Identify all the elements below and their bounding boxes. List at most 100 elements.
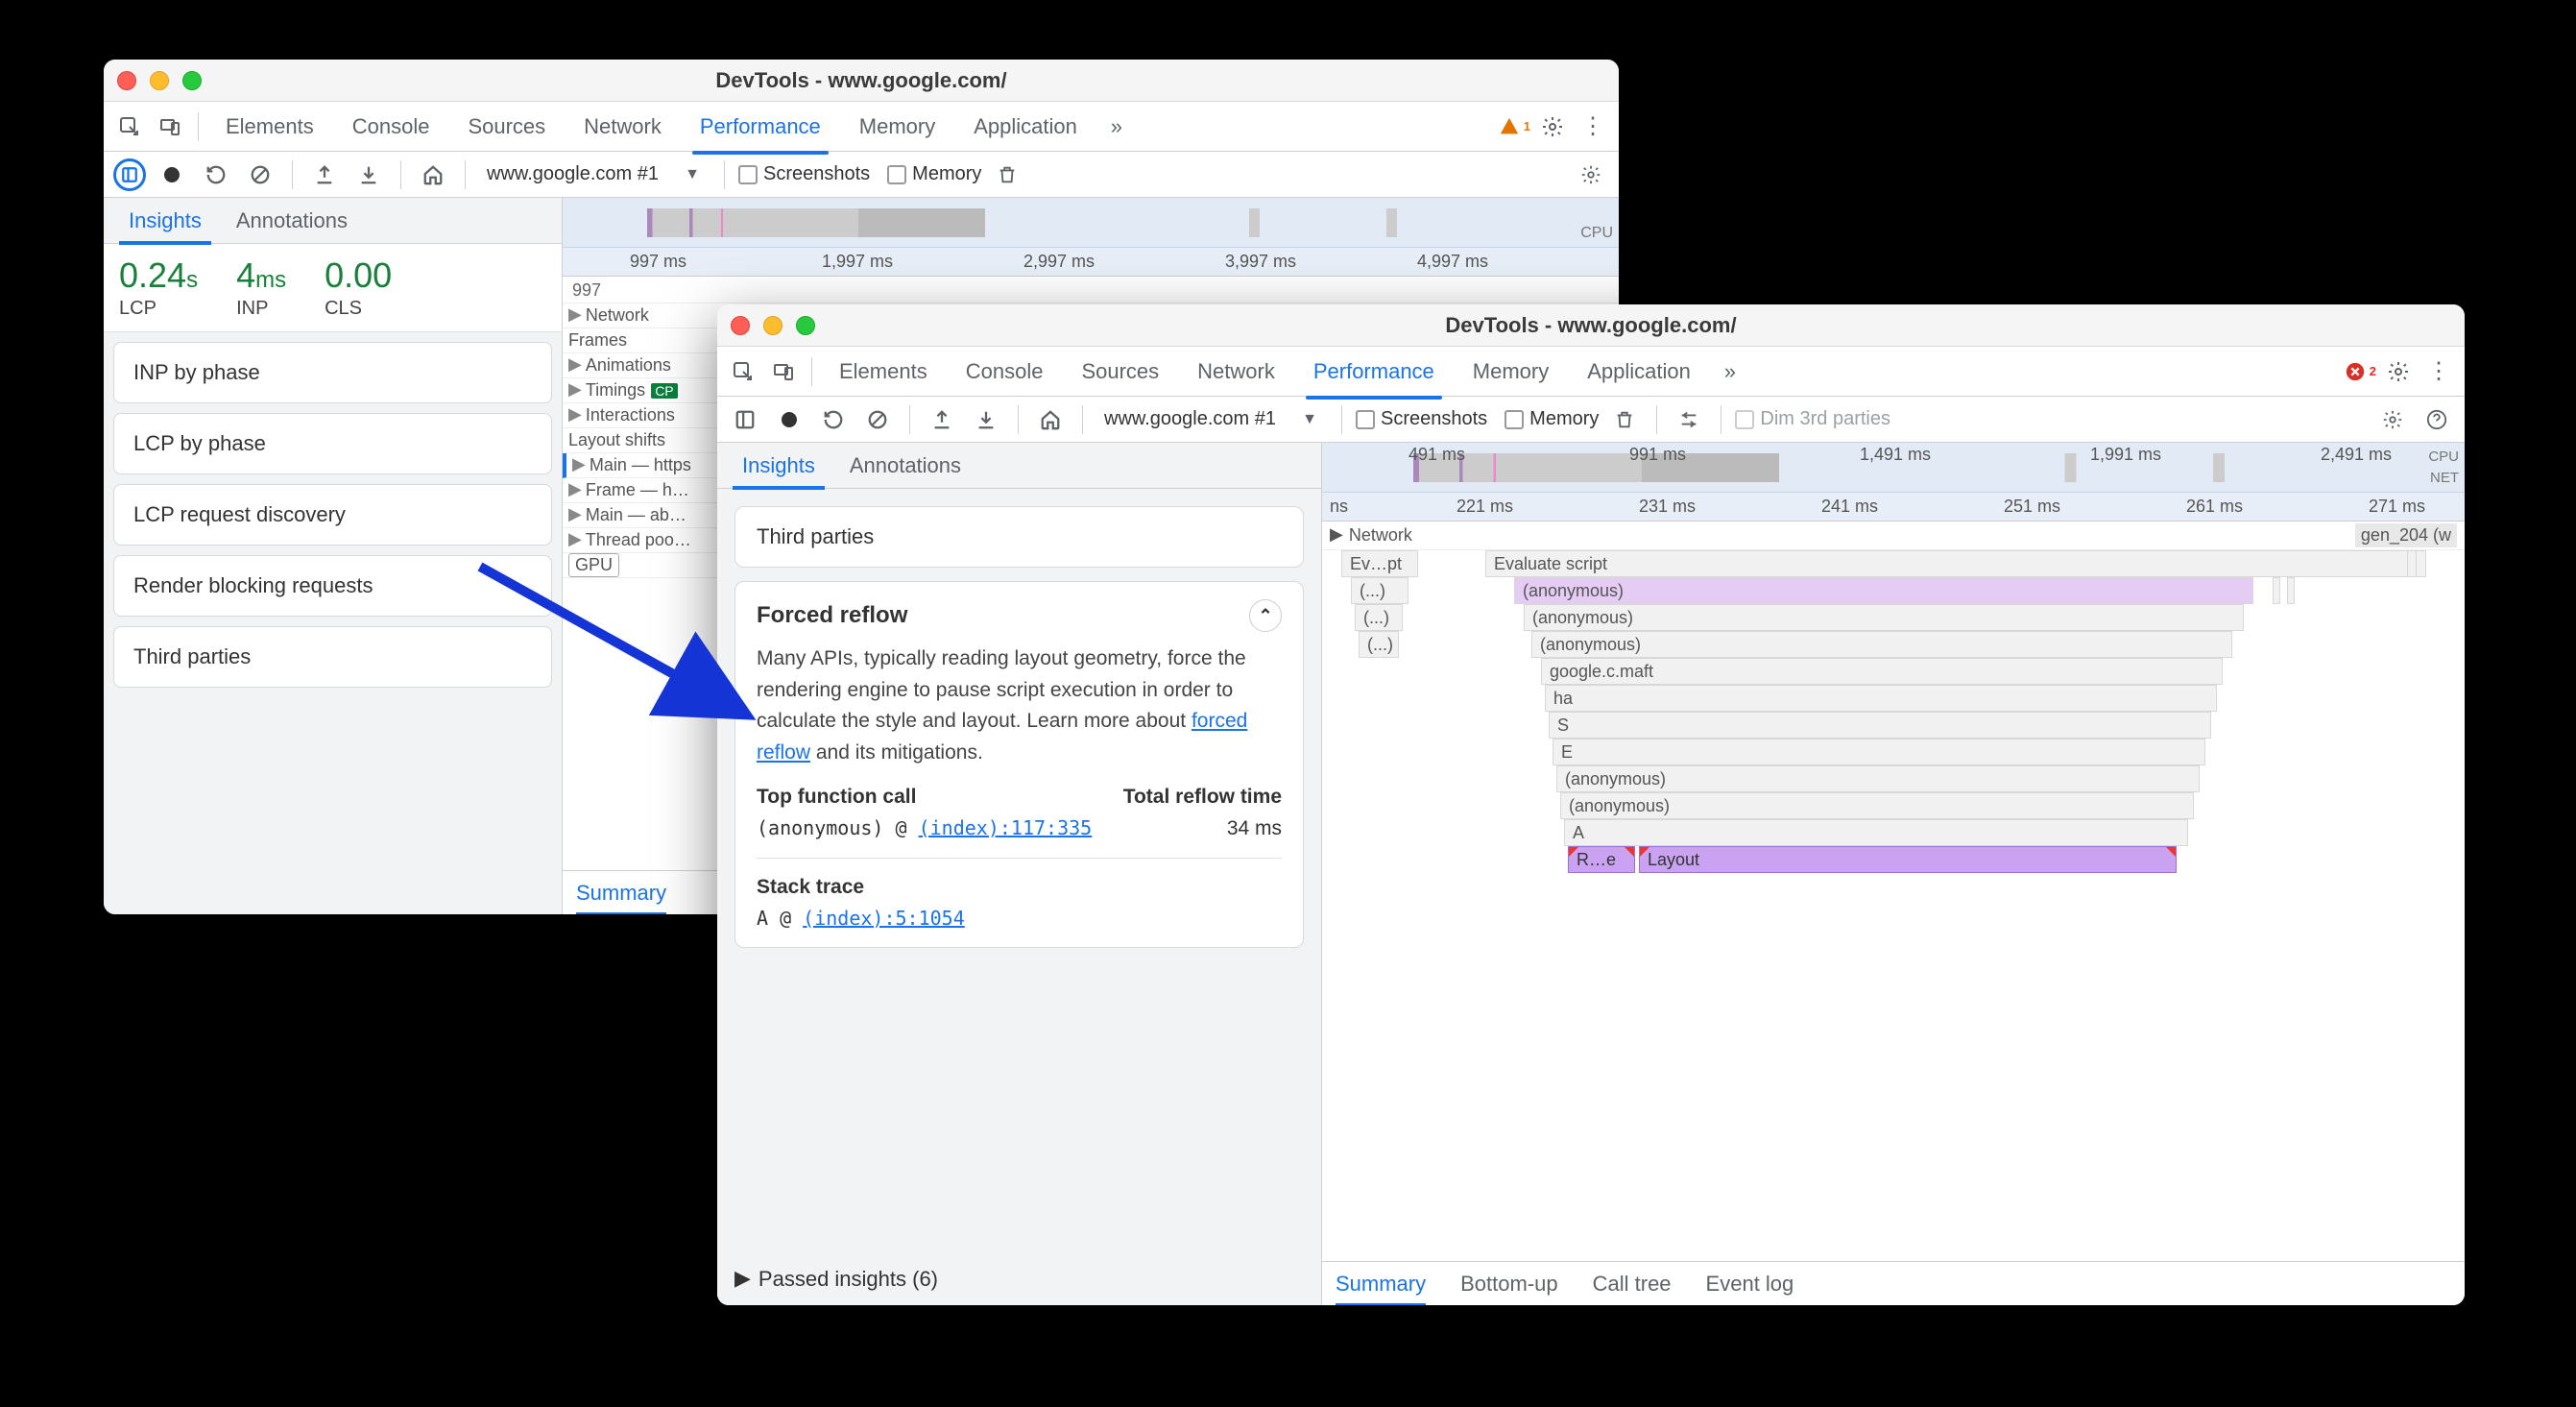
kebab-menu-icon[interactable]: ⋮: [2420, 353, 2457, 390]
tab-application[interactable]: Application: [956, 101, 1095, 153]
target-dropdown-icon[interactable]: ▼: [674, 157, 710, 193]
tab-elements[interactable]: Elements: [822, 346, 945, 398]
insight-third-parties[interactable]: Third parties: [113, 626, 552, 688]
target-select[interactable]: www.google.com #1: [1096, 408, 1284, 430]
clear-icon[interactable]: [859, 401, 896, 438]
subtab-insights[interactable]: Insights: [111, 197, 219, 245]
flame-anonymous[interactable]: (anonymous): [1514, 577, 2253, 604]
close-window-icon[interactable]: [731, 316, 750, 335]
track-main[interactable]: Main — https: [590, 455, 691, 475]
timeline-ruler-detail[interactable]: ns 221 ms 231 ms 241 ms 251 ms 261 ms 27…: [1322, 493, 2465, 522]
tab-application[interactable]: Application: [1570, 346, 1708, 398]
tab-memory[interactable]: Memory: [1456, 346, 1566, 398]
clear-icon[interactable]: [242, 157, 278, 193]
dim-checkbox[interactable]: Dim 3rd parties: [1735, 408, 1890, 430]
insight-inp-by-phase[interactable]: INP by phase: [113, 342, 552, 403]
tab-network[interactable]: Network: [1180, 346, 1292, 398]
memory-checkbox[interactable]: Memory: [1505, 408, 1599, 430]
maximize-window-icon[interactable]: [796, 316, 815, 335]
reload-record-icon[interactable]: [198, 157, 234, 193]
home-icon[interactable]: [1032, 401, 1069, 438]
stack-source-link[interactable]: (index):5:1054: [803, 907, 965, 930]
device-toolbar-icon[interactable]: [765, 353, 802, 390]
track-animations[interactable]: Animations: [586, 355, 671, 376]
flame-layout[interactable]: Layout: [1639, 846, 2177, 873]
titlebar[interactable]: DevTools - www.google.com/: [104, 60, 1619, 102]
bottom-tab-summary[interactable]: Summary: [576, 881, 666, 906]
help-icon[interactable]: [2419, 401, 2455, 438]
record-icon[interactable]: [154, 157, 190, 193]
tab-network[interactable]: Network: [566, 101, 679, 153]
minimize-window-icon[interactable]: [150, 71, 169, 90]
maximize-window-icon[interactable]: [182, 71, 202, 90]
minimize-window-icon[interactable]: [763, 316, 782, 335]
bottom-tab-bottom-up[interactable]: Bottom-up: [1460, 1272, 1558, 1297]
bottom-tab-call-tree[interactable]: Call tree: [1593, 1272, 1672, 1297]
inspect-icon[interactable]: [725, 353, 761, 390]
reload-record-icon[interactable]: [815, 401, 852, 438]
track-frame[interactable]: Frame — h…: [586, 480, 689, 500]
garbage-collect-icon[interactable]: [989, 157, 1025, 193]
target-dropdown-icon[interactable]: ▼: [1291, 401, 1328, 438]
tab-performance[interactable]: Performance: [683, 101, 838, 153]
flamechart[interactable]: Ev…pt (...) (...) (...) Evaluate script …: [1322, 550, 2465, 1261]
toggle-sidebar-icon[interactable]: [113, 158, 146, 191]
capture-settings-icon[interactable]: [1573, 157, 1609, 193]
track-network[interactable]: Network: [1349, 525, 1412, 546]
timeline-ruler[interactable]: 997 ms 1,997 ms 2,997 ms 3,997 ms 4,997 …: [563, 248, 1619, 277]
flame-evaluate-script[interactable]: Evaluate script: [1485, 550, 2426, 577]
titlebar[interactable]: DevTools - www.google.com/: [717, 304, 2465, 347]
network-request-label[interactable]: gen_204 (w: [2355, 523, 2457, 547]
metric-cls[interactable]: 0.00 CLS: [325, 255, 392, 320]
download-icon[interactable]: [968, 401, 1004, 438]
tab-performance[interactable]: Performance: [1296, 346, 1452, 398]
kebab-menu-icon[interactable]: ⋮: [1575, 109, 1611, 145]
source-link[interactable]: (index):117:335: [919, 816, 1093, 839]
track-threadpool[interactable]: Thread poo…: [586, 530, 691, 550]
screenshots-checkbox[interactable]: Screenshots: [738, 163, 870, 185]
more-tabs-icon[interactable]: »: [1098, 109, 1135, 145]
shortcuts-icon[interactable]: [1671, 401, 1707, 438]
download-icon[interactable]: [350, 157, 387, 193]
timeline-minimap[interactable]: 491 ms 991 ms 1,491 ms 1,991 ms 2,491 ms…: [1322, 443, 2465, 493]
insight-lcp-by-phase[interactable]: LCP by phase: [113, 413, 552, 474]
home-icon[interactable]: [415, 157, 451, 193]
track-timings[interactable]: Timings: [586, 380, 645, 400]
subtab-annotations[interactable]: Annotations: [832, 442, 978, 490]
bottom-tab-summary[interactable]: Summary: [1336, 1272, 1426, 1297]
screenshots-checkbox[interactable]: Screenshots: [1356, 408, 1487, 430]
garbage-collect-icon[interactable]: [1606, 401, 1643, 438]
more-tabs-icon[interactable]: »: [1712, 353, 1748, 390]
tab-memory[interactable]: Memory: [842, 101, 952, 153]
passed-insights[interactable]: ▶ Passed insights (6): [717, 1253, 1321, 1305]
error-badge[interactable]: 2: [2345, 361, 2376, 382]
close-window-icon[interactable]: [117, 71, 136, 90]
insight-lcp-request-discovery[interactable]: LCP request discovery: [113, 484, 552, 546]
settings-icon[interactable]: [2380, 353, 2417, 390]
subtab-annotations[interactable]: Annotations: [219, 197, 365, 245]
memory-checkbox[interactable]: Memory: [887, 163, 981, 185]
insight-third-parties[interactable]: Third parties: [734, 506, 1304, 568]
bottom-tab-event-log[interactable]: Event log: [1706, 1272, 1794, 1297]
tab-console[interactable]: Console: [949, 346, 1061, 398]
track-frames[interactable]: Frames: [568, 330, 627, 351]
device-toolbar-icon[interactable]: [152, 109, 188, 145]
upload-icon[interactable]: [306, 157, 343, 193]
inspect-icon[interactable]: [111, 109, 148, 145]
timeline-minimap[interactable]: CPU: [563, 198, 1619, 248]
subtab-insights[interactable]: Insights: [725, 442, 832, 490]
upload-icon[interactable]: [924, 401, 960, 438]
warning-badge[interactable]: 1: [1499, 116, 1530, 137]
settings-icon[interactable]: [1534, 109, 1571, 145]
track-network[interactable]: Network: [586, 305, 649, 326]
tab-console[interactable]: Console: [335, 101, 447, 153]
tab-sources[interactable]: Sources: [450, 101, 563, 153]
collapse-icon[interactable]: ⌃: [1249, 599, 1282, 632]
track-main-about[interactable]: Main — ab…: [586, 505, 686, 525]
track-layout-shifts[interactable]: Layout shifts: [568, 430, 665, 450]
capture-settings-icon[interactable]: [2374, 401, 2411, 438]
metric-lcp[interactable]: 0.24s LCP: [119, 255, 198, 320]
toggle-sidebar-icon[interactable]: [727, 401, 763, 438]
record-icon[interactable]: [771, 401, 807, 438]
insight-render-blocking[interactable]: Render blocking requests: [113, 555, 552, 617]
